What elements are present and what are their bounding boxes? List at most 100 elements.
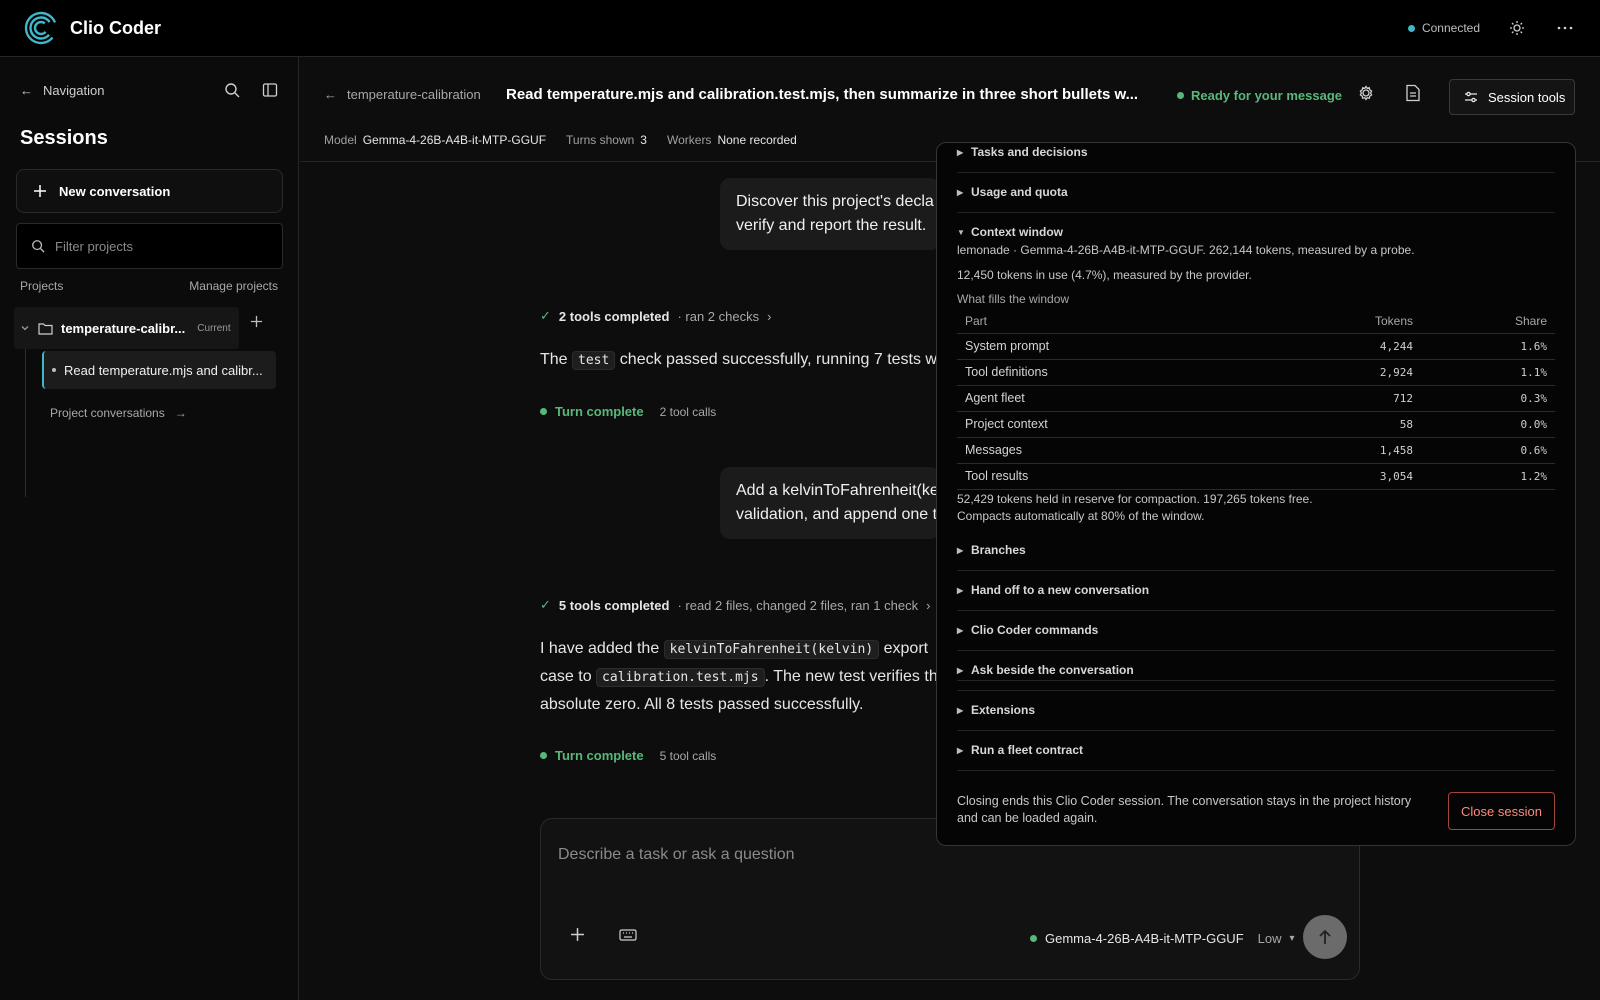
context-window-toggle[interactable]: ▼ Context window: [957, 225, 1555, 239]
project-conversations-link[interactable]: Project conversations →: [50, 406, 187, 420]
cell-tokens: 2,924: [1258, 359, 1421, 386]
section-title: Ask beside the conversation: [971, 663, 1134, 677]
theme-toggle-sun-icon[interactable]: [1506, 17, 1528, 39]
section-hand-off[interactable]: ▶ Hand off to a new conversation: [957, 571, 1555, 611]
reply-text: case to: [540, 668, 592, 685]
navigation-label: Navigation: [43, 82, 105, 98]
session-item-active[interactable]: Read temperature.mjs and calibr...: [42, 351, 276, 389]
section-usage-and-quota[interactable]: ▶ Usage and quota: [957, 173, 1555, 213]
section-clio-coder-commands[interactable]: ▶ Clio Coder commands: [957, 611, 1555, 651]
more-options-icon[interactable]: [1554, 17, 1576, 39]
triangle-right-icon: ▶: [957, 147, 964, 157]
reply-text: absolute zero. All 8 tests passed succes…: [540, 696, 864, 713]
model-name: Gemma-4-26B-A4B-it-MTP-GGUF: [1045, 931, 1244, 946]
back-arrow-icon: ←: [20, 82, 33, 98]
turn-complete: Turn complete 5 tool calls: [540, 748, 716, 763]
session-tools-panel: ▶ Tasks and decisions ▶ Usage and quota ▼ C…: [936, 142, 1576, 846]
section-tasks-and-decisions[interactable]: ▶ Tasks and decisions: [957, 143, 1555, 173]
section-extensions[interactable]: ▶ Extensions: [957, 691, 1555, 731]
send-button[interactable]: [1303, 915, 1347, 959]
search-icon[interactable]: [224, 82, 240, 98]
projects-label: Projects: [20, 279, 64, 293]
reserve-line: 52,429 tokens held in reserve for compac…: [957, 492, 1313, 506]
compacts-line: Compacts automatically at 80% of the win…: [957, 509, 1205, 523]
clio-logo-icon: [24, 11, 58, 45]
triangle-right-icon: ▶: [957, 545, 964, 555]
filter-projects-placeholder: Filter projects: [55, 238, 134, 254]
cell-share: 1.6%: [1421, 333, 1555, 360]
reply-text: . The new test verifies th: [764, 668, 936, 685]
status-indicator: Ready for your message: [1177, 88, 1342, 103]
filter-projects-input[interactable]: Filter projects: [16, 223, 283, 269]
cell-tokens: 712: [1258, 385, 1421, 412]
chevron-down-icon[interactable]: [20, 323, 30, 333]
section-ask-beside[interactable]: ▶ Ask beside the conversation: [957, 651, 1555, 691]
section-branches[interactable]: ▶ Branches: [957, 531, 1555, 571]
inline-code: kelvinToFahrenheit(kelvin): [663, 640, 880, 659]
assistant-reply: The test check passed successfully, runn…: [540, 346, 936, 374]
project-item[interactable]: temperature-calibr... Current: [14, 307, 239, 349]
add-session-plus-icon[interactable]: [250, 315, 263, 328]
tools-summary-detail: · ran 2 checks: [677, 308, 760, 324]
triangle-right-icon: ▶: [957, 625, 964, 635]
cell-part: Tool results: [957, 463, 1259, 490]
cell-share: 0.3%: [1421, 385, 1555, 412]
column-header: Tokens: [1258, 309, 1421, 334]
tools-summary-title: 2 tools completed: [558, 308, 670, 324]
conversation-meta: Model Gemma-4-26B-A4B-it-MTP-GGUF Turns s…: [324, 133, 797, 147]
model-selector[interactable]: Gemma-4-26B-A4B-it-MTP-GGUF Low ▾: [1030, 931, 1295, 946]
manage-projects-link[interactable]: Manage projects: [189, 279, 278, 293]
cell-part: Tool definitions: [957, 359, 1259, 386]
turn-complete-label: Turn complete: [555, 404, 644, 419]
tools-summary[interactable]: ✓ 5 tools completed · read 2 files, chan…: [540, 597, 930, 613]
table-row: Project context 58 0.0%: [957, 411, 1555, 438]
cell-share: 1.1%: [1421, 359, 1555, 386]
column-header: Share: [1421, 309, 1555, 334]
keyboard-icon[interactable]: [619, 929, 637, 941]
composer-placeholder[interactable]: Describe a task or ask a question: [558, 846, 795, 864]
bullet-icon: [52, 368, 56, 372]
tools-summary-detail: · read 2 files, changed 2 files, ran 1 c…: [677, 597, 919, 613]
sidebar-toggle-icon[interactable]: [262, 82, 278, 98]
attach-plus-icon[interactable]: [570, 927, 585, 942]
breadcrumb[interactable]: ← temperature-calibration: [324, 87, 481, 102]
connection-label: Connected: [1421, 21, 1480, 35]
current-badge: Current: [197, 322, 231, 334]
section-title: Run a fleet contract: [971, 743, 1084, 757]
back-arrow-icon: ←: [324, 87, 337, 102]
breadcrumb-project: temperature-calibration: [347, 87, 481, 102]
turn-complete-label: Turn complete: [555, 748, 644, 763]
table-header-row: Part Tokens Share: [957, 309, 1555, 334]
section-run-fleet-contract[interactable]: ▶ Run a fleet contract: [957, 731, 1555, 771]
close-session-note: Closing ends this Clio Coder session. Th…: [957, 794, 1412, 825]
document-icon[interactable]: [1405, 84, 1421, 102]
cell-tokens: 1,458: [1258, 437, 1421, 464]
session-item-label: Read temperature.mjs and calibr...: [64, 362, 263, 378]
new-conversation-button[interactable]: New conversation: [16, 169, 283, 213]
tools-summary[interactable]: ✓ 2 tools completed · ran 2 checks ›: [540, 308, 771, 324]
user-message-line: verify and report the result.: [736, 217, 927, 234]
caret-down-icon: ▾: [1289, 933, 1295, 944]
user-message: Add a kelvinToFahrenheit(ke validation, …: [720, 467, 940, 539]
connection-dot-icon: [1407, 24, 1415, 32]
what-fills-label: What fills the window: [957, 292, 1070, 306]
cell-share: 0.0%: [1421, 411, 1555, 438]
section-title: Clio Coder commands: [971, 623, 1099, 637]
check-icon: ✓: [540, 308, 551, 323]
close-session-button[interactable]: Close session: [1448, 792, 1555, 830]
effort-level[interactable]: Low: [1258, 931, 1282, 946]
table-row: Tool results 3,054 1.2%: [957, 463, 1555, 490]
plus-icon: [33, 184, 47, 198]
model-meta-label: Model: [324, 133, 357, 147]
project-name: temperature-calibr...: [61, 320, 186, 336]
agent-settings-icon[interactable]: [1357, 84, 1375, 102]
session-tools-button[interactable]: Session tools: [1449, 79, 1575, 115]
assistant-reply: I have added the kelvinToFahrenheit(kelv…: [540, 635, 936, 718]
table-row: Messages 1,458 0.6%: [957, 437, 1555, 464]
reply-text: I have added the: [540, 640, 660, 657]
turns-meta-label: Turns shown: [566, 133, 635, 147]
app-name: Clio Coder: [70, 17, 162, 38]
navigation-back-button[interactable]: ← Navigation: [20, 83, 104, 98]
sidebar: ← Navigation Sessions New conversation F…: [0, 57, 299, 1000]
folder-icon: [38, 322, 53, 335]
